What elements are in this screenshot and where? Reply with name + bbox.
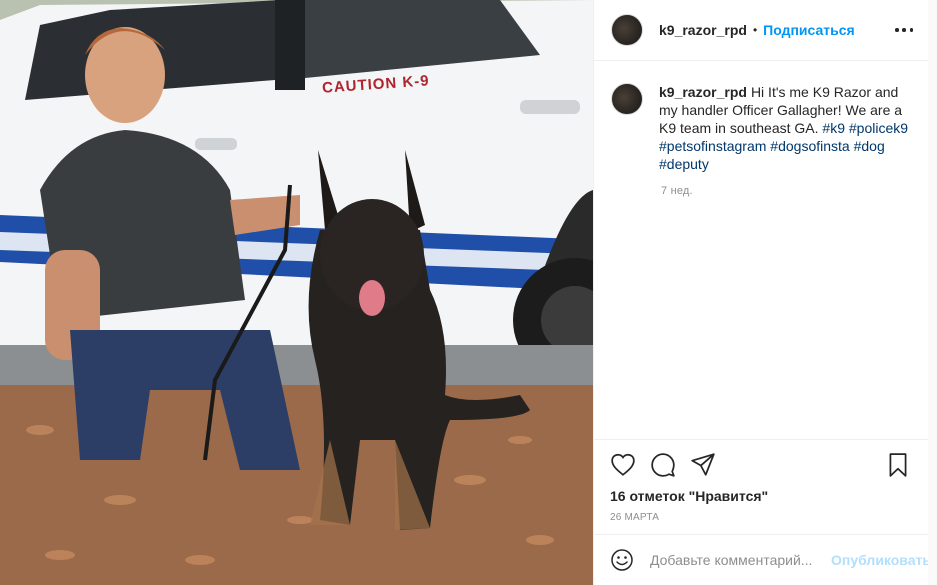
caption-username[interactable]: k9_razor_rpd <box>659 84 747 100</box>
hashtag-link[interactable]: #dogsofinsta <box>770 138 849 154</box>
comment-icon[interactable] <box>650 452 676 478</box>
bookmark-icon[interactable] <box>885 452 911 478</box>
photo-illustration <box>0 0 593 585</box>
hashtag-link[interactable]: #dog <box>854 138 885 154</box>
page-edge <box>928 0 937 585</box>
caption-row: k9_razor_rpd Hi It's me K9 Razor and my h… <box>611 83 913 173</box>
header-username[interactable]: k9_razor_rpd <box>659 22 747 38</box>
hashtag-link[interactable]: #k9 <box>822 120 845 136</box>
post-photo[interactable]: CAUTION K-9 <box>0 0 593 585</box>
likes-count[interactable]: 16 отметок "Нравится" <box>610 488 913 504</box>
follow-button[interactable]: Подписаться <box>763 22 855 38</box>
post-header: k9_razor_rpd • Подписаться <box>594 0 929 61</box>
avatar[interactable] <box>611 14 643 46</box>
separator-dot: • <box>752 23 758 37</box>
hashtag-link[interactable]: #petsofinstagram <box>659 138 766 154</box>
post-sidebar: k9_razor_rpd • Подписаться k9_razor_rpd H… <box>593 0 931 585</box>
caption-text: k9_razor_rpd Hi It's me K9 Razor and my h… <box>659 83 913 173</box>
share-icon[interactable] <box>690 452 716 478</box>
smiley-icon[interactable] <box>610 548 634 572</box>
comments-section: k9_razor_rpd Hi It's me K9 Razor and my h… <box>594 61 929 439</box>
caption-time[interactable]: 7 нед. <box>661 185 913 197</box>
comment-input[interactable] <box>650 552 831 568</box>
action-icons <box>610 452 913 478</box>
hashtag-link[interactable]: #policek9 <box>849 120 908 136</box>
heart-icon[interactable] <box>610 452 636 478</box>
caption-avatar[interactable] <box>611 83 643 115</box>
post-date[interactable]: 26 марта <box>610 512 913 523</box>
add-comment-bar: Опубликовать <box>594 534 931 585</box>
more-options-icon[interactable] <box>895 22 913 38</box>
publish-button[interactable]: Опубликовать <box>831 552 931 568</box>
post-actions: 16 отметок "Нравится" 26 марта <box>594 439 929 523</box>
hashtag-link[interactable]: #deputy <box>659 156 709 172</box>
